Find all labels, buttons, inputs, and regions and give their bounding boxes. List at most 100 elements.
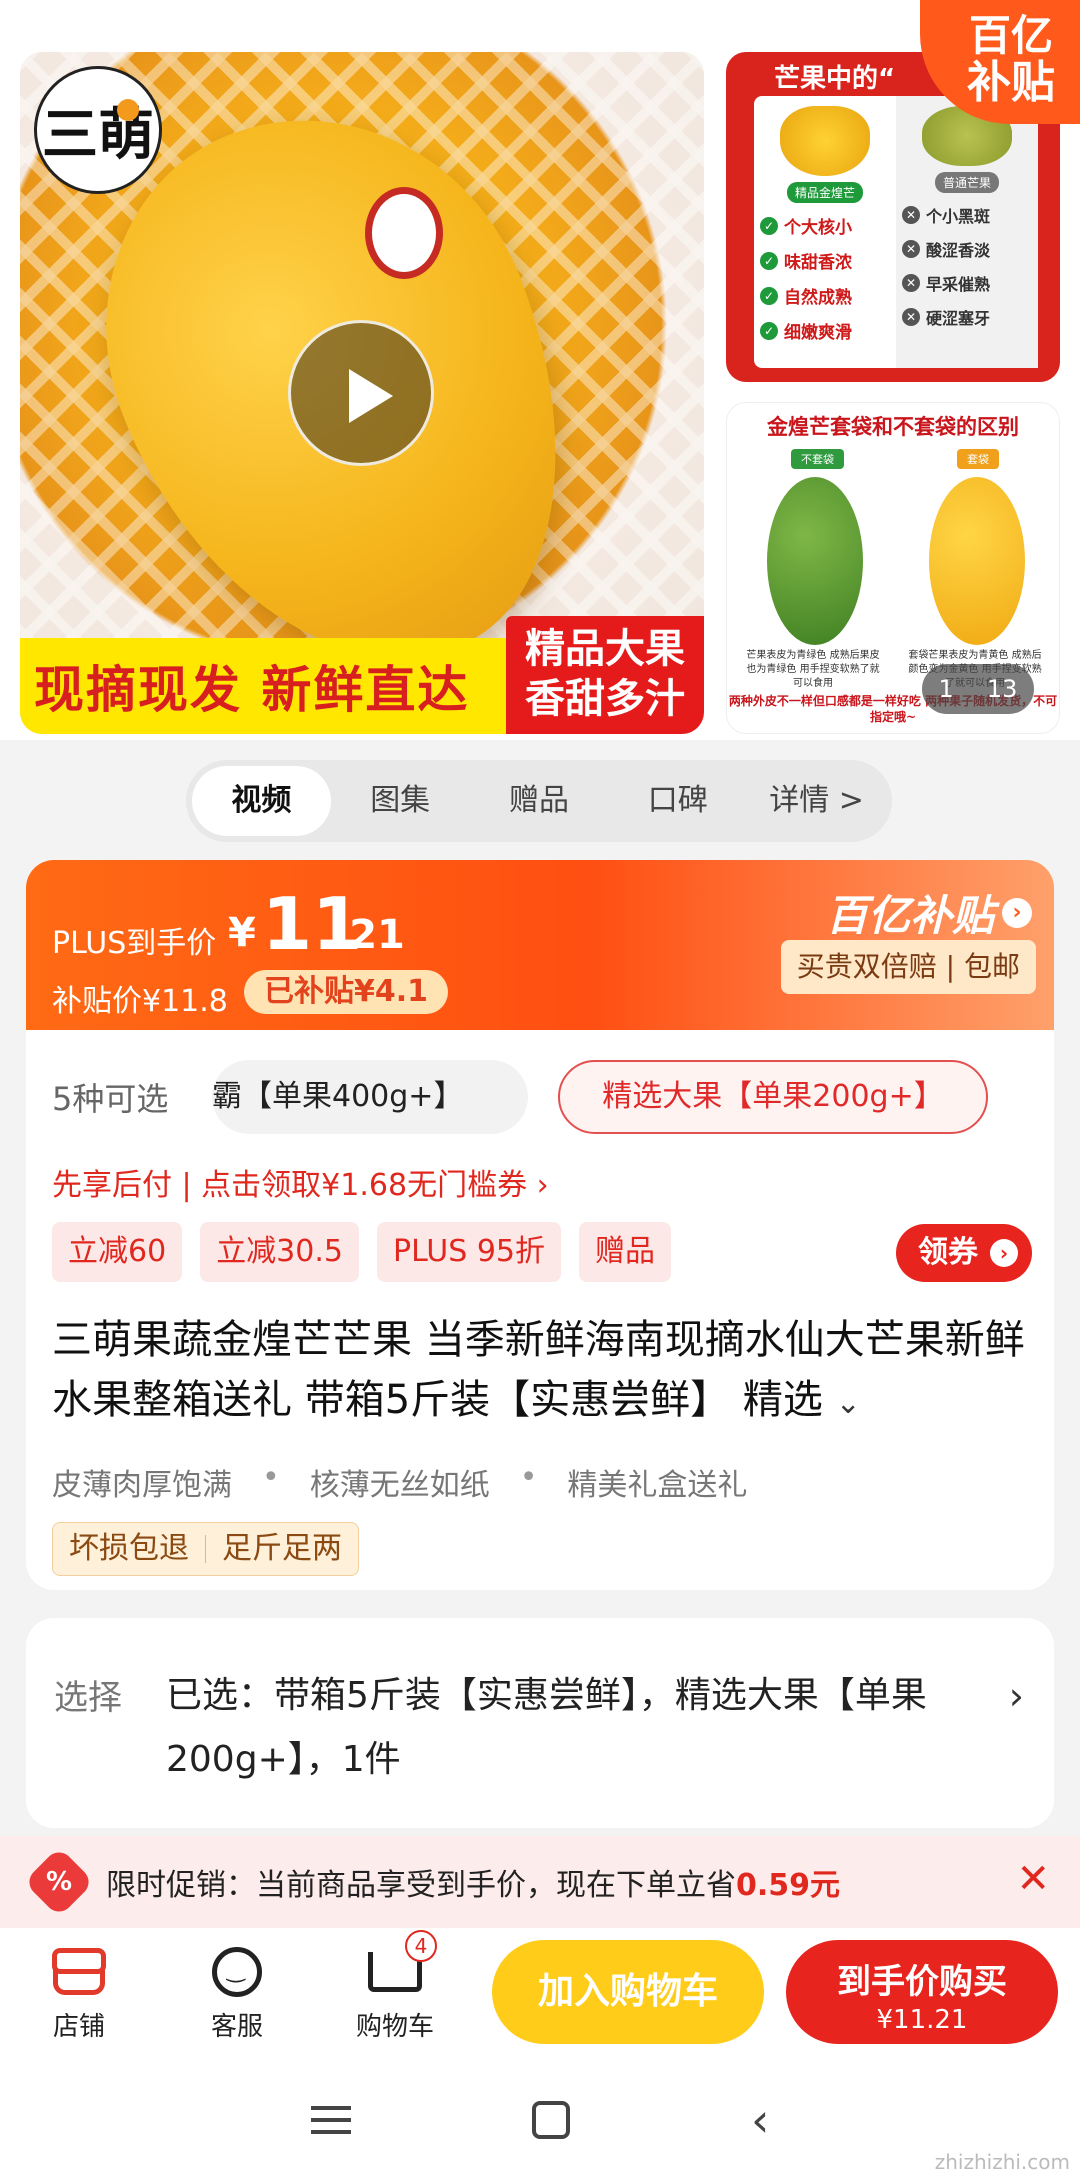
tooltip-pointer: [908, 1914, 936, 1928]
buy-now-button[interactable]: 到手价购买 ¥11.21: [786, 1940, 1058, 2044]
system-navigation-bar: ‹ zhizhizhi.com: [0, 2058, 1080, 2182]
add-to-cart-button[interactable]: 加入购物车: [492, 1940, 764, 2044]
feature-text: 个小黑斑: [926, 207, 991, 226]
price-band: PLUS到手价 ¥ 11 .21 补贴价¥11.8 已补贴¥4.1 百亿补贴 › …: [26, 860, 1054, 1030]
product-info-card: PLUS到手价 ¥ 11 .21 补贴价¥11.8 已补贴¥4.1 百亿补贴 › …: [26, 860, 1054, 1590]
feature-item: ✓ 细嫩爽滑: [760, 318, 890, 343]
cross-icon: ✕: [902, 274, 920, 292]
subsidy-logo-text: 百亿补贴: [825, 891, 994, 940]
tab-gifts[interactable]: 赠品: [470, 766, 609, 836]
chat-icon: [212, 1947, 262, 1997]
tab-details[interactable]: 详情 >: [747, 766, 886, 836]
main-video-cover[interactable]: 三萌 现摘现发 新鲜直达 精品大果 香甜多汁: [20, 52, 704, 734]
selection-text: 已选：带箱5斤装【实惠尝鲜】，精选大果【单果200g+】，1件: [166, 1675, 927, 1780]
tab-gallery[interactable]: 图集: [331, 766, 470, 836]
subsidy-badge-line1: 百亿: [968, 11, 1053, 60]
bullet-separator: •: [262, 1460, 280, 1495]
banner-right-line2: 香甜多汁: [525, 676, 685, 722]
customer-service-button[interactable]: 客服: [192, 1944, 282, 2043]
product-title[interactable]: 三萌果蔬金煌芒芒果 当季新鲜海南现摘水仙大芒果新鲜水果整箱送礼 带箱5斤装【实惠…: [52, 1310, 1032, 1434]
selling-point: 精美礼盒送礼: [567, 1468, 748, 1503]
normal-tag: 普通芒果: [934, 172, 999, 193]
subsidy-badge: 百亿 补贴: [920, 0, 1080, 124]
pager-total: 13: [986, 675, 1018, 703]
cart-button[interactable]: 4 购物车: [350, 1930, 440, 2043]
subsidy-price: 补贴价¥11.8: [52, 984, 228, 1019]
chevron-right-icon: ›: [1002, 897, 1032, 928]
check-icon: ✓: [760, 321, 778, 340]
check-icon: ✓: [760, 251, 778, 270]
bagged-tag: 套袋: [957, 449, 999, 469]
store-label: 店铺: [52, 2012, 105, 2042]
promo-strip-text: 限时促销：当前商品享受到手价，现在下单立省0.59元: [106, 1860, 840, 1904]
variant-count[interactable]: 5种可选: [52, 1074, 212, 1120]
feature-text: 酸涩香淡: [926, 241, 991, 260]
cross-icon: ✕: [902, 240, 920, 258]
watermark: zhizhizhi.com: [934, 2150, 1070, 2174]
get-coupon-button[interactable]: 领券 ›: [896, 1224, 1032, 1282]
selection-label: 选择: [54, 1678, 122, 1718]
product-gallery: 三萌 现摘现发 新鲜直达 精品大果 香甜多汁 芒果中的“ 精品金煌芒 ✓ 个大核小…: [0, 0, 1080, 740]
comparison-panel: 精品金煌芒 ✓ 个大核小 ✓ 味甜香浓 ✓ 自然成熟 ✓ 细嫩爽滑 普通芒果 ✕ 个小黑斑…: [754, 96, 1038, 368]
selling-point: 皮薄肉厚饱满: [52, 1468, 232, 1503]
feature-text: 个大核小: [784, 218, 852, 238]
cross-icon: ✕: [902, 308, 920, 326]
variant-row: 5种可选 霸【单果400g+】 精选大果【单果200g+】: [52, 1060, 988, 1134]
thumb2-title: 金煌芒套袋和不套袋的区别: [767, 415, 1019, 439]
tab-video[interactable]: 视频: [192, 766, 331, 836]
chevron-right-icon: ›: [1008, 1674, 1024, 1718]
plus-price-label: PLUS到手价: [52, 926, 217, 961]
feature-item: ✓ 个大核小: [760, 213, 890, 238]
fruit-sticker: [365, 187, 443, 279]
variant-chip-selected[interactable]: 精选大果【单果200g+】: [558, 1060, 988, 1134]
chevron-down-icon[interactable]: ⌄: [836, 1374, 861, 1434]
buy-label: 到手价购买: [837, 1962, 1007, 2002]
bottom-action-bar: 店铺 客服 4 购物车 加入购物车 到手价购买 ¥11.21: [0, 1914, 1080, 2058]
play-icon[interactable]: [288, 320, 434, 466]
selling-points: 皮薄肉厚饱满 • 核薄无丝如纸 • 精美礼盒送礼: [52, 1460, 747, 1504]
premium-column: 精品金煌芒 ✓ 个大核小 ✓ 味甜香浓 ✓ 自然成熟 ✓ 细嫩爽滑: [754, 96, 896, 368]
green-mango-image: [767, 477, 863, 645]
feature-item: ✓ 味甜香浓: [760, 248, 890, 273]
back-icon[interactable]: ‹: [751, 2093, 769, 2147]
media-tabs: 视频 图集 赠品 口碑 详情 >: [186, 760, 892, 842]
percent-glyph: %: [45, 1867, 73, 1897]
cart-icon: 4: [368, 1930, 437, 1992]
check-icon: ✓: [760, 286, 778, 305]
subsidy-logo[interactable]: 百亿补贴 ›: [826, 882, 1032, 943]
yellow-mango-image: [929, 477, 1025, 645]
unbagged-desc: 芒果表皮为青绿色 成熟后果皮也为青绿色 用手捏变软熟了就可以食用: [746, 650, 880, 689]
selection-card[interactable]: 选择 已选：带箱5斤装【实惠尝鲜】，精选大果【单果200g+】，1件 ›: [26, 1618, 1054, 1828]
feature-item: ✕ 硬涩塞牙: [902, 305, 1032, 329]
home-icon[interactable]: [531, 2101, 570, 2139]
pay-later-link[interactable]: 先享后付 | 点击领取¥1.68无门槛券 ›: [52, 1160, 549, 1204]
thumb1-title: 芒果中的“: [774, 64, 896, 94]
pager-current: 1: [938, 675, 954, 703]
assurance-item: 坏损包退: [69, 1531, 189, 1566]
cart-label: 购物车: [355, 2012, 434, 2042]
tab-reviews[interactable]: 口碑: [608, 766, 747, 836]
promo-tag: 赠品: [579, 1222, 672, 1282]
normal-column: 普通芒果 ✕ 个小黑斑 ✕ 酸涩香淡 ✕ 早采催熟 ✕ 硬涩塞牙: [896, 96, 1038, 368]
image-pager: 1 13: [922, 664, 1034, 714]
store-button[interactable]: 店铺: [34, 1944, 124, 2043]
feature-text: 细嫩爽滑: [784, 323, 852, 343]
feature-text: 硬涩塞牙: [926, 309, 991, 328]
divider: [205, 1535, 206, 1563]
assurance-badge[interactable]: 坏损包退 足斤足两: [52, 1522, 359, 1576]
subsidy-badge-line2: 补贴: [967, 57, 1055, 108]
close-icon[interactable]: ✕: [1016, 1856, 1050, 1902]
unbagged-tag: 不套袋: [791, 449, 844, 469]
logo-text: 三萌: [42, 101, 154, 168]
promo-tag: 立减60: [52, 1222, 183, 1282]
menu-icon[interactable]: [310, 2106, 351, 2134]
store-icon: [52, 1948, 106, 1995]
feature-text: 早采催熟: [926, 275, 991, 294]
chevron-right-icon: ›: [990, 1239, 1018, 1267]
guarantee-badge: 买贵双倍赔 | 包邮: [780, 940, 1036, 994]
price-decimal: .21: [334, 912, 405, 958]
premium-mango-image: [780, 106, 870, 176]
check-icon: ✓: [760, 216, 778, 235]
variant-chip[interactable]: 霸【单果400g+】: [212, 1060, 528, 1134]
main-banner-right: 精品大果 香甜多汁: [506, 616, 704, 734]
